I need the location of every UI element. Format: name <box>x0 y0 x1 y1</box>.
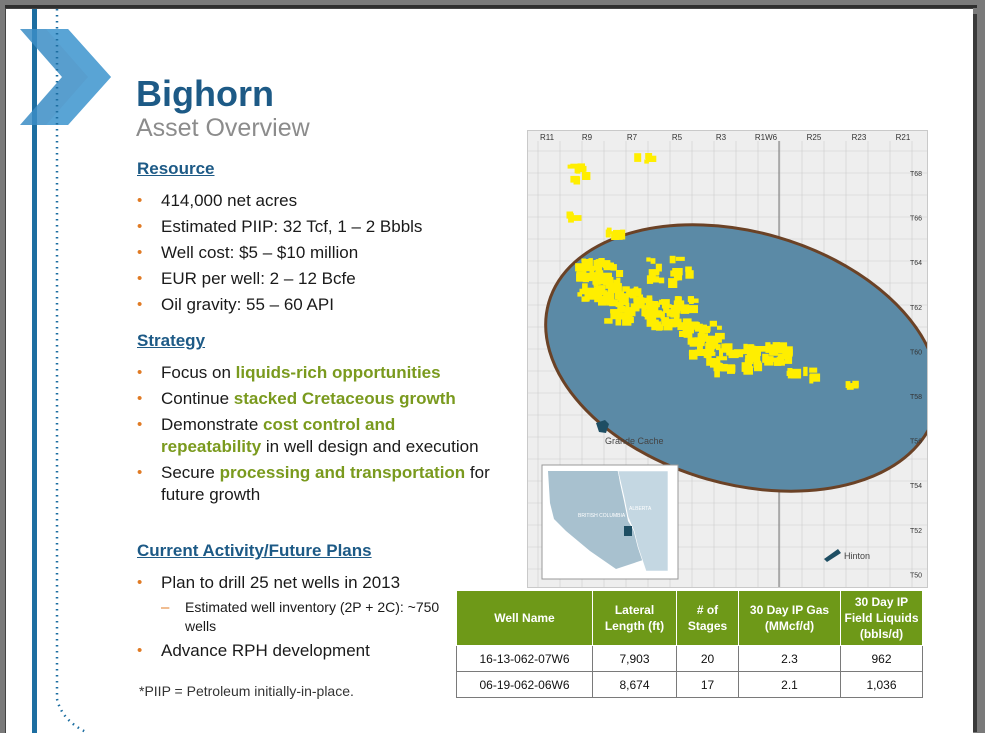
inset-label: ALBERTA <box>629 506 652 512</box>
range-label: R23 <box>852 133 867 142</box>
brand-chevron-logo <box>20 9 111 733</box>
town-label: Hinton <box>844 551 870 561</box>
inset-label: BRITISH COLUMBIA <box>578 513 626 519</box>
township-label: T54 <box>910 483 922 490</box>
township-label: T52 <box>910 528 922 535</box>
strategy-list: Focus on liquids-rich opportunities Cont… <box>137 362 492 510</box>
sub-list-item: Estimated well inventory (2P + 2C): ~750… <box>137 598 457 636</box>
list-item: Plan to drill 25 net wells in 2013 <box>137 572 457 594</box>
list-item: Focus on liquids-rich opportunities <box>137 362 492 384</box>
list-item: Advance RPH development <box>137 640 457 662</box>
column-header: # of Stages <box>676 590 739 646</box>
list-item: Continue stacked Cretaceous growth <box>137 388 492 410</box>
township-label: T64 <box>910 260 922 267</box>
column-header: Lateral Length (ft) <box>592 590 677 646</box>
strategy-heading: Strategy <box>137 331 206 350</box>
range-label: R3 <box>716 133 727 142</box>
township-label: T60 <box>910 349 922 356</box>
table-cell: 2.3 <box>738 645 841 672</box>
list-item: Secure processing and transportation for… <box>137 462 492 506</box>
table-cell: 17 <box>676 671 739 698</box>
activity-heading: Current Activity/Future Plans <box>137 541 372 560</box>
footnote: *PIIP = Petroleum initially-in-place. <box>139 683 354 699</box>
hinton-icon <box>824 549 841 562</box>
map-canvas: R11 R9 R7 R5 R3 R1W6 R25 R23 R21 T68 T66 T64 T62 T60… <box>528 133 940 587</box>
township-label: T68 <box>910 171 922 178</box>
list-item: Well cost: $5 – $10 million <box>137 242 497 264</box>
table-cell: 1,036 <box>840 671 923 698</box>
table-cell: 8,674 <box>592 671 677 698</box>
range-label: R11 <box>540 133 555 142</box>
list-item: Oil gravity: 55 – 60 API <box>137 294 497 316</box>
town-label: Grande Cache <box>605 436 664 446</box>
activity-list: Plan to drill 25 net wells in 2013 Estim… <box>137 572 457 666</box>
township-label: T66 <box>910 216 922 223</box>
list-item: Estimated PIIP: 32 Tcf, 1 – 2 Bbbls <box>137 216 497 238</box>
range-label: R25 <box>807 133 822 142</box>
table-cell: 20 <box>676 645 739 672</box>
well-results-table: Well Name Lateral Length (ft) # of Stage… <box>456 590 923 698</box>
township-label: T50 <box>910 572 922 579</box>
table-row: 16-13-062-07W6 7,903 20 2.3 962 <box>456 645 923 672</box>
range-label: R21 <box>896 133 911 142</box>
resource-list: 414,000 net acres Estimated PIIP: 32 Tcf… <box>137 190 497 320</box>
list-item: 414,000 net acres <box>137 190 497 212</box>
table-header-row: Well Name Lateral Length (ft) # of Stage… <box>456 590 923 646</box>
table-cell: 2.1 <box>738 671 841 698</box>
table-cell: 16-13-062-07W6 <box>456 645 593 672</box>
township-label: T58 <box>910 394 922 401</box>
township-label: T62 <box>910 305 922 312</box>
range-label: R9 <box>582 133 593 142</box>
list-item: EUR per well: 2 – 12 Bcfe <box>137 268 497 290</box>
range-label: R5 <box>672 133 683 142</box>
column-header: 30 Day IP Field Liquids (bbls/d) <box>840 590 923 646</box>
column-header: 30 Day IP Gas (MMcf/d) <box>738 590 841 646</box>
range-label: R7 <box>627 133 638 142</box>
list-item: Demonstrate cost control and repeatabili… <box>137 414 492 458</box>
township-label: T56 <box>910 439 922 446</box>
inset-map: BRITISH COLUMBIA ALBERTA <box>541 464 679 580</box>
table-cell: 06-19-062-06W6 <box>456 671 593 698</box>
table-cell: 7,903 <box>592 645 677 672</box>
page-title: Bighorn <box>136 73 274 114</box>
table-cell: 962 <box>840 645 923 672</box>
page-subtitle: Asset Overview <box>136 114 310 142</box>
range-label: R1W6 <box>755 133 778 142</box>
resource-heading: Resource <box>137 159 215 178</box>
table-row: 06-19-062-06W6 8,674 17 2.1 1,036 <box>456 671 923 698</box>
asset-map: R11 R9 R7 R5 R3 R1W6 R25 R23 R21 T68 T66 T64 T62 T60… <box>527 130 940 588</box>
column-header: Well Name <box>456 590 593 646</box>
